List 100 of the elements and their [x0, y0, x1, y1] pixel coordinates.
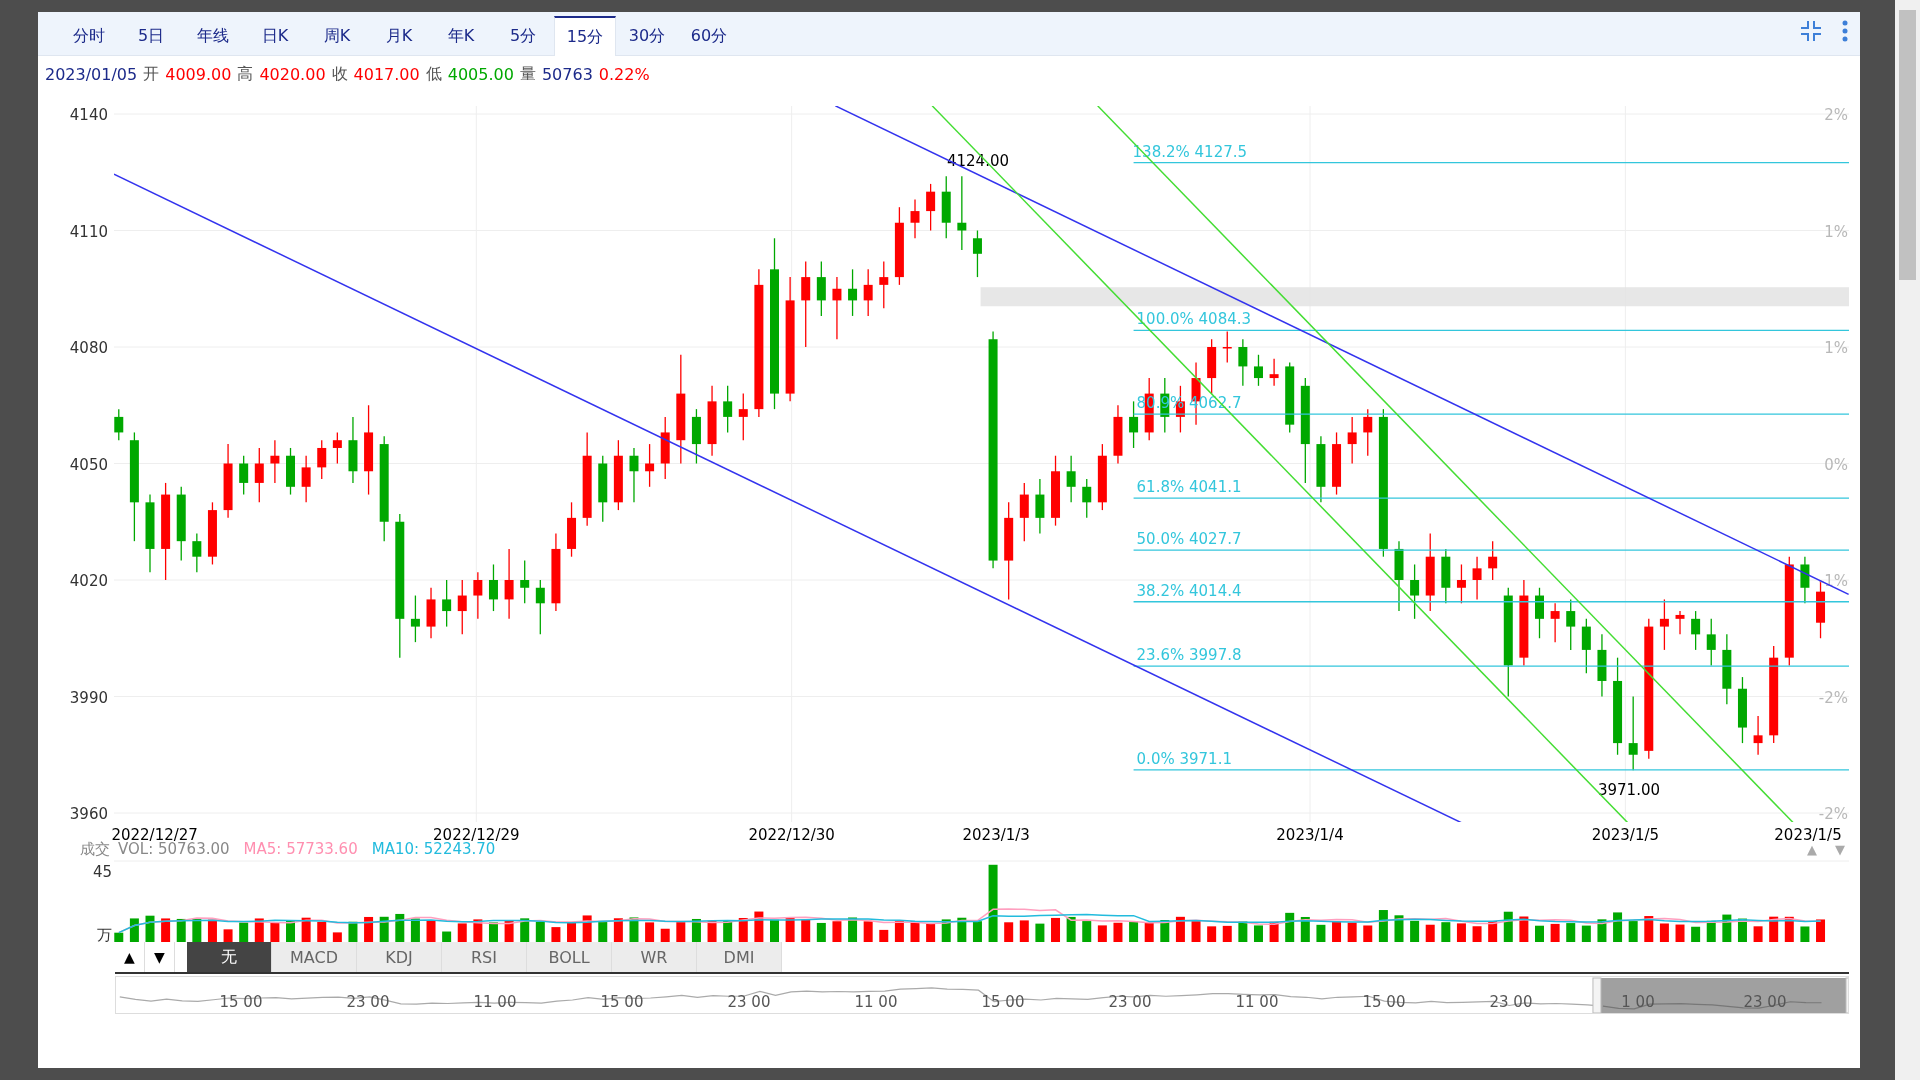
candlestick [114, 408, 124, 441]
candlestick [1363, 408, 1373, 457]
fibonacci-label: 23.6% 3997.8 [1136, 646, 1242, 665]
period-tab[interactable]: 周K [306, 17, 368, 55]
price-axis-label: 4080 [69, 339, 108, 357]
candlestick [1253, 354, 1263, 387]
price-axis-label: 3990 [69, 688, 108, 707]
candlestick [1691, 610, 1701, 651]
fibonacci-label: 38.2% 4014.4 [1136, 581, 1242, 600]
candlestick [645, 443, 655, 488]
period-tab[interactable]: 日K [244, 17, 306, 55]
date-axis-label: 2022/12/30 [748, 826, 835, 844]
candlestick [723, 385, 733, 434]
period-tab[interactable]: 5日 [120, 17, 182, 55]
candlestick [488, 563, 498, 612]
volume-unit-label: 万 [97, 926, 112, 942]
candlestick [301, 455, 311, 503]
candlestick [910, 198, 920, 239]
fibonacci-label: 0.0% 3971.1 [1136, 749, 1232, 768]
candlestick [504, 548, 514, 620]
quote-value: 4017.00 [353, 64, 420, 84]
candlestick [442, 579, 452, 628]
candlestick [879, 260, 889, 309]
candlestick [848, 268, 858, 317]
candlestick [1566, 598, 1576, 651]
date-axis-label: 2023/1/3 [962, 826, 1030, 844]
candlestick [1628, 695, 1638, 771]
candlestick [1753, 715, 1763, 756]
candlestick [520, 559, 530, 604]
quote-value: 4005.00 [447, 64, 514, 84]
more-icon[interactable] [1842, 20, 1848, 42]
candlestick [332, 431, 342, 465]
period-tab[interactable]: 年线 [182, 17, 244, 55]
candlestick [629, 447, 639, 503]
candlestick [1581, 618, 1591, 674]
percent-axis-label: 2% [1824, 106, 1848, 124]
quote-value: 50763 [541, 64, 593, 84]
candlestick [1035, 478, 1045, 535]
indicator-tab[interactable]: WR [612, 942, 697, 972]
candlestick [1535, 587, 1544, 639]
candlestick [738, 392, 748, 441]
period-tab[interactable]: 5分 [492, 17, 554, 55]
indicator-tab[interactable]: KDJ [357, 942, 442, 972]
quote-value: 4020.00 [259, 64, 326, 84]
date-axis-label: 2023/1/4 [1276, 826, 1344, 844]
quote-label: 低 [425, 63, 442, 85]
quote-change: 0.22% [598, 64, 650, 84]
period-tab[interactable]: 30分 [616, 17, 678, 55]
fibonacci-label: 50.0% 4027.7 [1136, 530, 1242, 549]
period-tab[interactable]: 分时 [58, 17, 120, 55]
indicator-tab[interactable]: MACD [272, 942, 357, 972]
candlestick [192, 532, 202, 573]
volume-max-label: 45 [92, 863, 112, 881]
candlestick [957, 175, 967, 251]
period-tab[interactable]: 60分 [678, 17, 740, 55]
candlestick [1456, 563, 1466, 604]
candlestick [1410, 563, 1420, 620]
date-axis-label: 2023/1/5 [1591, 826, 1660, 844]
candlestick [1472, 556, 1482, 601]
candlestick [1706, 618, 1716, 667]
indicator-tab[interactable]: BOLL [527, 942, 612, 972]
price-axis-label: 4140 [69, 106, 108, 124]
quote-label: 高 [237, 63, 254, 85]
price-axis-label: 4020 [69, 572, 108, 590]
indicator-tab[interactable]: 无 [187, 942, 272, 972]
quote-label: 开 [143, 63, 160, 85]
candlestick [410, 594, 420, 643]
period-tab[interactable]: 15分 [554, 16, 616, 56]
candlestick [1082, 478, 1092, 519]
price-axis-label: 3960 [69, 805, 108, 823]
period-tab[interactable]: 年K [430, 17, 492, 55]
quote-value: 4009.00 [165, 64, 232, 84]
indicator-tab[interactable]: DMI [697, 942, 782, 972]
candlestick [1347, 416, 1357, 465]
candlestick [317, 439, 327, 480]
candlestick [1550, 602, 1560, 643]
candlestick [254, 447, 264, 503]
collapse-icon[interactable] [1800, 20, 1822, 42]
candlestick [473, 571, 483, 620]
candlestick [1238, 338, 1248, 387]
candlestick [1066, 455, 1076, 503]
candlestick [832, 276, 842, 340]
candlestick [1659, 598, 1669, 651]
percent-axis-label: 1% [1824, 222, 1848, 241]
candlestick [1019, 482, 1029, 542]
price-axis-label: 4050 [69, 455, 108, 474]
candlestick [239, 455, 249, 496]
candlestick [1800, 556, 1810, 604]
candlestick [1488, 540, 1498, 581]
percent-axis-label: -2% [1818, 688, 1848, 707]
candlestick [1675, 610, 1685, 636]
candlestick [535, 579, 545, 636]
percent-axis-label: 0% [1824, 455, 1848, 474]
candlestick [270, 439, 280, 484]
period-tab[interactable]: 月K [368, 17, 430, 55]
candlestick [1129, 400, 1139, 449]
candlestick [1222, 330, 1232, 364]
quote-date: 2023/01/05 [45, 64, 138, 84]
indicator-tab[interactable]: RSI [442, 942, 527, 972]
scrollbar-thumb[interactable] [1899, 10, 1916, 280]
